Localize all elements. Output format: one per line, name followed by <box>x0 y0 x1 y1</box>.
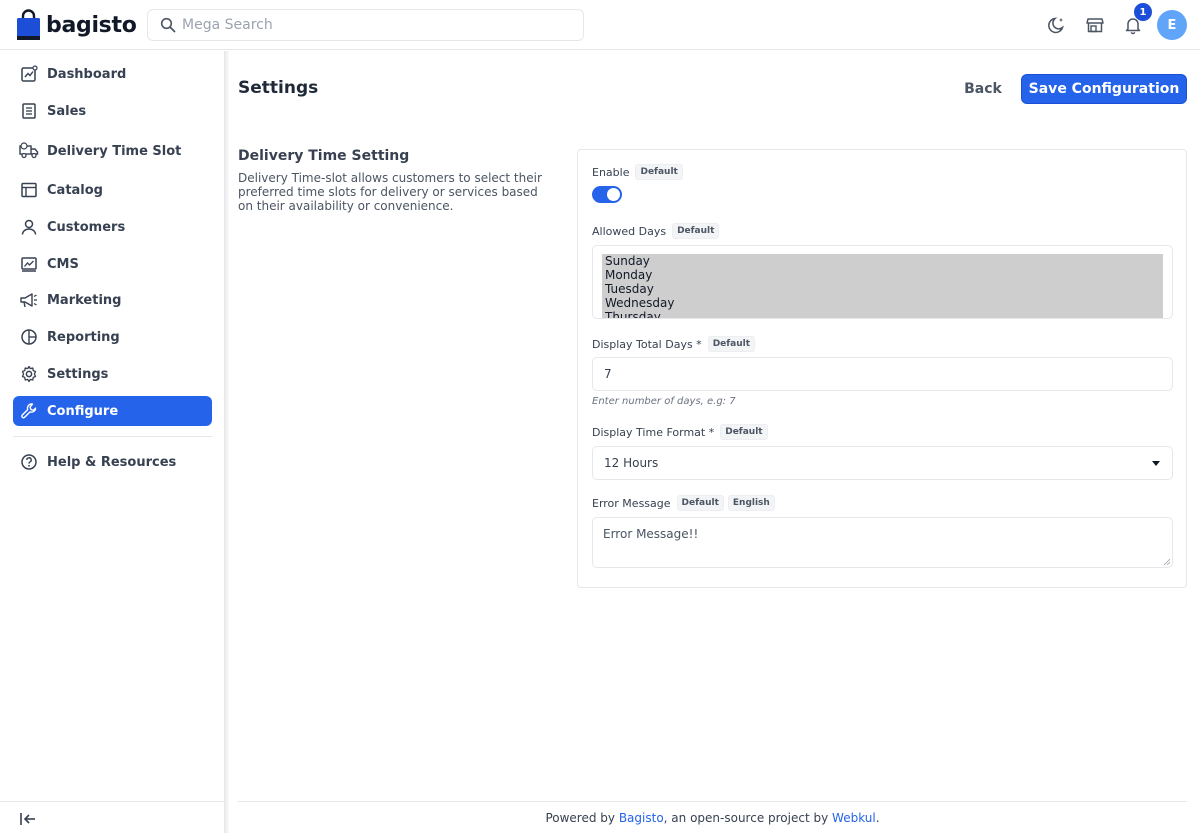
search-icon <box>160 17 176 33</box>
sidebar-item-label: Delivery Time Slot <box>47 143 182 159</box>
section-description: Delivery Time-slot allows customers to s… <box>238 171 542 213</box>
sidebar-item-settings[interactable]: Settings <box>13 359 212 389</box>
truck-icon <box>19 141 39 161</box>
day-option[interactable]: Sunday <box>602 254 1163 268</box>
section-title: Delivery Time Setting <box>238 148 410 164</box>
error-message-value: Error Message!! <box>603 527 699 541</box>
sidebar-edge <box>225 51 229 833</box>
footer-suffix: . <box>875 810 880 825</box>
help-icon <box>19 452 39 472</box>
total-days-input[interactable]: 7 <box>592 357 1173 391</box>
settings-card: Enable Default Allowed Days Default Sund… <box>577 149 1187 588</box>
chevron-down-icon <box>1152 461 1160 466</box>
search-input[interactable] <box>182 17 562 33</box>
sidebar-item-delivery-time-slot[interactable]: Delivery Time Slot <box>13 136 212 166</box>
dark-mode-icon[interactable] <box>1046 14 1068 36</box>
scope-tag: Default <box>707 336 756 352</box>
total-days-field-label: Display Total Days * Default <box>592 336 756 352</box>
mega-search[interactable] <box>147 9 584 41</box>
scope-tag: Default <box>676 495 724 511</box>
field-label-text: Error Message <box>592 496 671 510</box>
sidebar-divider <box>13 436 212 437</box>
brand-name: bagisto <box>46 12 137 38</box>
pie-chart-icon <box>19 327 39 347</box>
top-bar: bagisto 1 E <box>0 0 1200 50</box>
sidebar-item-help-resources[interactable]: Help & Resources <box>13 447 212 477</box>
sidebar-item-customers[interactable]: Customers <box>13 212 212 242</box>
sales-icon <box>19 101 39 121</box>
footer-prefix: Powered by <box>545 810 615 825</box>
page-title: Settings <box>238 78 319 98</box>
back-button[interactable]: Back <box>958 75 1008 103</box>
enable-toggle[interactable] <box>592 186 622 203</box>
field-label-text: Allowed Days <box>592 224 667 238</box>
sidebar-item-label: Settings <box>47 366 109 382</box>
sidebar-item-label: Reporting <box>47 329 120 345</box>
error-message-textarea[interactable]: Error Message!! <box>592 517 1173 568</box>
shopping-bag-icon <box>17 9 40 40</box>
day-option[interactable]: Wednesday <box>602 296 1163 310</box>
allowed-days-field-label: Allowed Days Default <box>592 223 720 239</box>
sidebar-item-configure[interactable]: Configure <box>13 396 212 426</box>
time-format-value: 12 Hours <box>604 456 659 470</box>
wrench-icon <box>19 401 39 421</box>
scope-tag: Default <box>635 164 683 180</box>
sidebar-item-label: Sales <box>47 103 87 119</box>
sidebar-item-label: CMS <box>47 256 79 272</box>
day-option[interactable]: Thursday <box>602 310 1163 318</box>
storefront-icon[interactable] <box>1084 14 1106 36</box>
allowed-days-options: Sunday Monday Tuesday Wednesday Thursday <box>602 254 1163 318</box>
sidebar-item-label: Configure <box>47 403 119 419</box>
day-option[interactable]: Tuesday <box>602 282 1163 296</box>
sidebar-item-catalog[interactable]: Catalog <box>13 175 212 205</box>
sidebar-item-label: Marketing <box>47 292 122 308</box>
sidebar-footer <box>0 801 225 833</box>
total-days-hint: Enter number of days, e.g: 7 <box>592 396 736 407</box>
save-configuration-button[interactable]: Save Configuration <box>1021 74 1187 104</box>
footer: Powered by Bagisto, an open-source proje… <box>238 801 1187 833</box>
field-label-text: Display Total Days * <box>592 337 702 351</box>
field-label-text: Display Time Format * <box>592 425 715 439</box>
sidebar-item-label: Help & Resources <box>47 454 177 470</box>
cms-icon <box>19 254 39 274</box>
footer-middle: , an open-source project by <box>663 810 829 825</box>
sidebar-item-sales[interactable]: Sales <box>13 96 212 126</box>
sidebar-item-cms[interactable]: CMS <box>13 249 212 279</box>
scope-tag: Default <box>672 223 720 239</box>
gear-icon <box>19 364 39 384</box>
error-message-field-label: Error Message Default English <box>592 495 775 511</box>
day-option[interactable]: Monday <box>602 268 1163 282</box>
resize-handle-icon[interactable] <box>1163 558 1170 565</box>
locale-tag: English <box>727 495 775 511</box>
sidebar-item-dashboard[interactable]: Dashboard <box>13 59 212 89</box>
sidebar-item-label: Dashboard <box>47 66 127 82</box>
field-label-text: Enable <box>592 165 630 179</box>
scope-tag: Default <box>720 424 768 440</box>
sidebar-item-label: Catalog <box>47 182 103 198</box>
time-format-select[interactable]: 12 Hours <box>592 446 1173 480</box>
notification-count-badge: 1 <box>1134 3 1152 21</box>
bagisto-link[interactable]: Bagisto <box>619 811 664 825</box>
sidebar-item-reporting[interactable]: Reporting <box>13 322 212 352</box>
time-format-field-label: Display Time Format * Default <box>592 424 768 440</box>
allowed-days-multiselect[interactable]: Sunday Monday Tuesday Wednesday Thursday <box>592 245 1173 319</box>
dashboard-icon <box>19 64 39 84</box>
sidebar-item-marketing[interactable]: Marketing <box>13 285 212 315</box>
user-icon <box>19 217 39 237</box>
webkul-link[interactable]: Webkul <box>832 811 876 825</box>
enable-field-label: Enable Default <box>592 164 683 180</box>
user-avatar[interactable]: E <box>1157 10 1187 40</box>
collapse-sidebar-icon[interactable] <box>18 810 38 828</box>
megaphone-icon <box>19 290 39 310</box>
sidebar-item-label: Customers <box>47 219 126 235</box>
sidebar: Dashboard Sales Delivery Time Slot Catal… <box>0 51 225 833</box>
bagisto-logo[interactable]: bagisto <box>16 9 137 41</box>
catalog-icon <box>19 180 39 200</box>
